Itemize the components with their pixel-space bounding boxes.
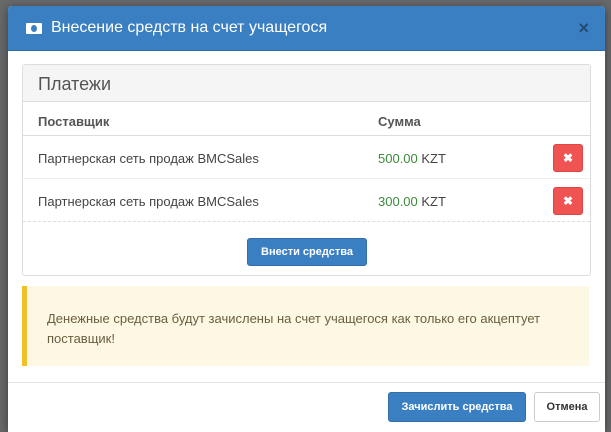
column-header-amount: Сумма (378, 114, 421, 129)
table-row: Партнерская сеть продаж BMCSales 500.00 … (23, 136, 590, 179)
alert-text: Денежные средства будут зачислены на сче… (47, 311, 541, 346)
warning-alert: Денежные средства будут зачислены на сче… (22, 286, 589, 366)
amount-value: 300.00 (378, 194, 418, 209)
provider-cell: Партнерская сеть продаж BMCSales (38, 151, 259, 166)
amount-currency: KZT (421, 194, 446, 209)
cancel-button[interactable]: Отмена (534, 392, 600, 422)
modal-footer: Зачислить средства Отмена (8, 382, 605, 432)
deposit-modal: Внесение средств на счет учащегося × Пла… (8, 6, 605, 432)
delete-payment-button[interactable]: ✖ (553, 187, 583, 215)
delete-payment-button[interactable]: ✖ (553, 144, 583, 172)
amount-currency: KZT (421, 151, 446, 166)
column-header-provider: Поставщик (38, 114, 110, 129)
close-button[interactable]: × (578, 19, 589, 37)
modal-header: Внесение средств на счет учащегося × (8, 6, 605, 51)
amount-value: 500.00 (378, 151, 418, 166)
close-icon: ✖ (562, 194, 574, 208)
payments-panel: Платежи Поставщик Сумма Партнерская сеть… (22, 64, 591, 276)
payments-table-header: Поставщик Сумма (23, 102, 590, 136)
amount-cell: 500.00 KZT (378, 151, 446, 166)
provider-cell: Партнерская сеть продаж BMCSales (38, 194, 259, 209)
close-icon: ✖ (562, 151, 574, 165)
submit-funds-button[interactable]: Зачислить средства (388, 392, 526, 422)
money-icon (26, 22, 42, 34)
modal-title-text: Внесение средств на счет учащегося (51, 19, 328, 36)
add-funds-button[interactable]: Внести средства (247, 238, 367, 266)
modal-title: Внесение средств на счет учащегося (26, 18, 327, 38)
table-row: Партнерская сеть продаж BMCSales 300.00 … (23, 179, 590, 222)
payments-heading: Платежи (23, 65, 590, 102)
amount-cell: 300.00 KZT (378, 194, 446, 209)
